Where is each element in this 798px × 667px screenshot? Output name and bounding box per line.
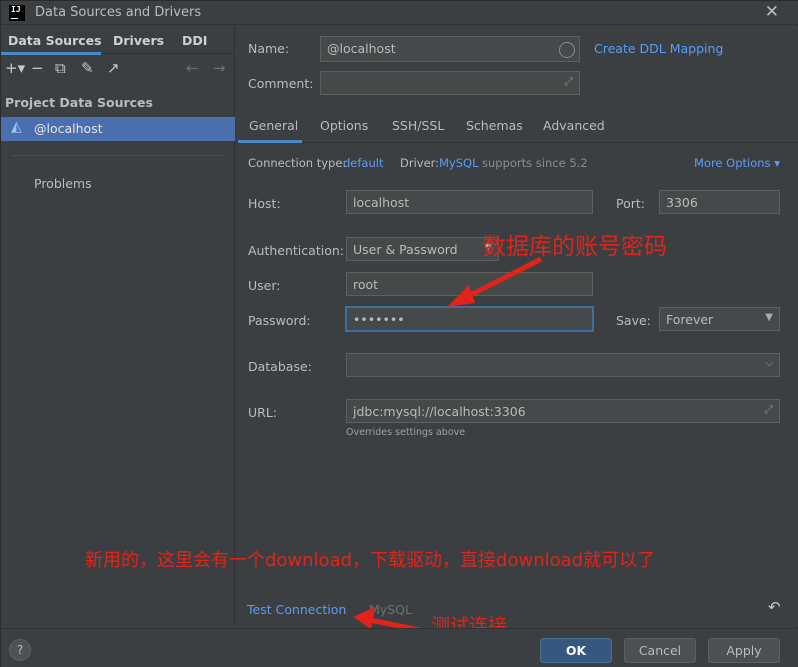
cancel-button[interactable]: Cancel: [624, 638, 696, 663]
dialog-window: IJ Data Sources and Drivers ✕ Data Sourc…: [0, 0, 798, 667]
arrow-test-head: [353, 607, 375, 629]
help-button[interactable]: ?: [9, 639, 31, 661]
apply-button[interactable]: Apply: [708, 638, 780, 663]
ok-button[interactable]: OK: [540, 638, 612, 663]
annotation-arrows: [353, 256, 543, 634]
footer: ? OK Cancel Apply: [1, 629, 798, 667]
arrow-account-head: [447, 285, 475, 307]
